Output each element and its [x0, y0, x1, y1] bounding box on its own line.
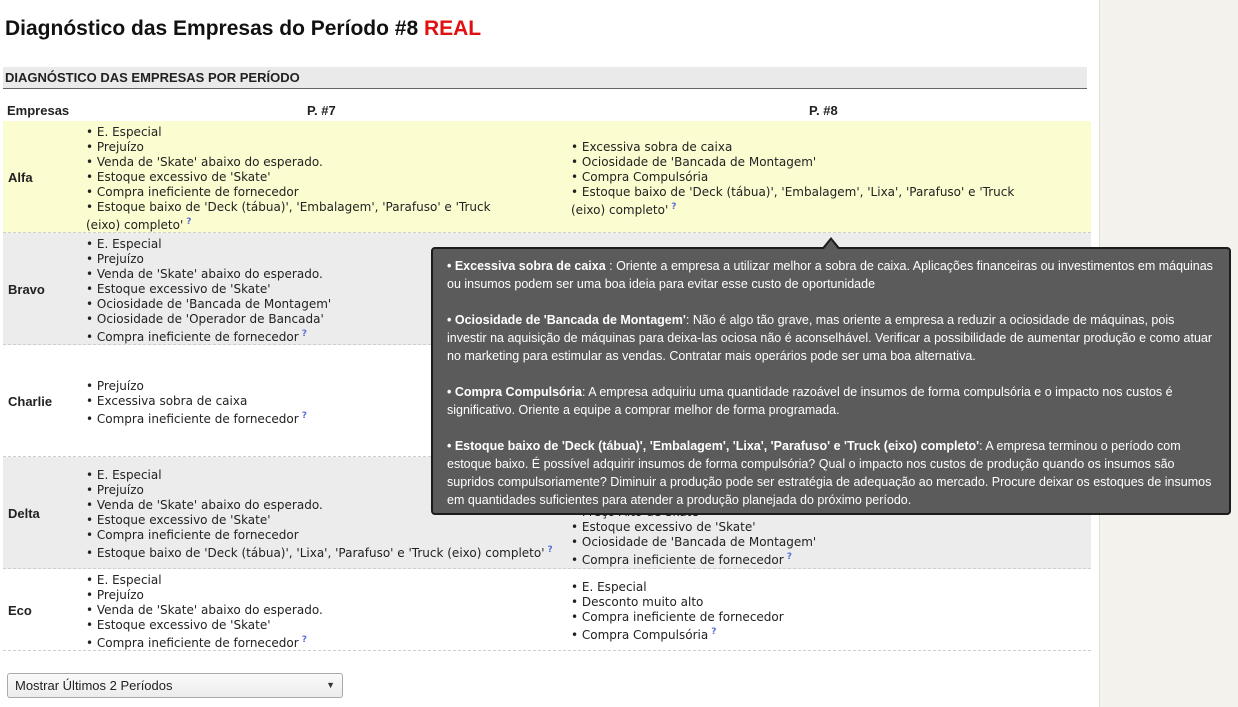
diagnosis-item: • Desconto muito alto: [571, 595, 704, 609]
tooltip-item: • Compra Compulsória: A empresa adquiriu…: [447, 383, 1215, 419]
company-name: Bravo: [8, 282, 45, 297]
tooltip-item-sep: :: [685, 313, 693, 327]
diagnosis-item-text: • Compra ineficiente de fornecedor: [86, 412, 299, 426]
diagnosis-item-text: • Compra ineficiente de fornecedor: [86, 636, 299, 650]
period-select-value: Mostrar Últimos 2 Períodos: [15, 678, 173, 693]
help-icon[interactable]: ?: [711, 627, 716, 637]
period-select[interactable]: Mostrar Últimos 2 Períodos ▼: [7, 673, 343, 698]
diagnosis-item: • Estoque baixo de 'Deck (tábua)', 'Lixa…: [86, 543, 556, 561]
diagnosis-item: • Excessiva sobra de caixa: [571, 140, 733, 154]
column-header-p8: P. #8: [809, 103, 838, 118]
diagnosis-item: • Compra ineficiente de fornecedor?: [86, 633, 526, 651]
help-icon[interactable]: ?: [302, 329, 307, 339]
diagnosis-p8: • E. Especial • Desconto muito alto • Co…: [571, 580, 1036, 643]
page-title-text: Diagnóstico das Empresas do Período #8: [5, 17, 419, 40]
diagnosis-item-text: • Compra ineficiente de fornecedor: [86, 330, 299, 344]
help-icon[interactable]: ?: [186, 217, 191, 227]
column-header-empresas: Empresas: [7, 103, 70, 118]
column-header-p7: P. #7: [307, 103, 336, 118]
diagnosis-p8: • Excessiva sobra de caixa • Ociosidade …: [571, 140, 1036, 218]
help-icon[interactable]: ?: [302, 411, 307, 421]
tooltip-item: • Ociosidade de 'Bancada de Montagem': N…: [447, 311, 1215, 365]
chevron-down-icon: ▼: [326, 680, 335, 690]
diagnosis-item: • Compra ineficiente de fornecedor: [86, 528, 299, 542]
tooltip-item-title: • Excessiva sobra de caixa: [447, 259, 606, 273]
diagnosis-item: • Compra ineficiente de fornecedor?: [571, 550, 1036, 568]
diagnosis-item: • E. Especial: [86, 125, 162, 139]
diagnosis-item: • Estoque excessivo de 'Skate': [86, 618, 271, 632]
company-name: Eco: [8, 603, 32, 618]
diagnosis-item: • Estoque excessivo de 'Skate': [571, 520, 756, 534]
diagnosis-item: • Compra Compulsória: [571, 170, 709, 184]
tooltip-item-sep: :: [605, 259, 617, 273]
diagnosis-p7: • E. Especial • Prejuízo • Venda de 'Ska…: [86, 125, 526, 233]
diagnosis-item: • Estoque baixo de 'Deck (tábua)', 'Emba…: [571, 185, 1036, 218]
tooltip-item: • Excessiva sobra de caixa : Oriente a e…: [447, 257, 1215, 293]
diagnosis-item: • E. Especial: [571, 580, 647, 594]
diagnosis-item: • Compra Compulsória?: [571, 625, 1036, 643]
company-name: Charlie: [8, 394, 53, 409]
table-row-eco: Eco • E. Especial • Prejuízo • Venda de …: [3, 569, 1091, 651]
diagnosis-item: • E. Especial: [86, 573, 162, 587]
tooltip-arrow-inner: [824, 240, 838, 249]
diagnosis-tooltip: • Excessiva sobra de caixa : Oriente a e…: [431, 247, 1231, 515]
diagnosis-item: • Prejuízo: [86, 588, 144, 602]
company-name: Alfa: [8, 170, 33, 185]
company-name: Delta: [8, 506, 40, 521]
diagnosis-item-text: • Estoque baixo de 'Deck (tábua)', 'Lixa…: [86, 546, 545, 560]
diagnosis-item: • Venda de 'Skate' abaixo do esperado.: [86, 603, 323, 617]
tooltip-item-title: • Estoque baixo de 'Deck (tábua)', 'Emba…: [447, 439, 980, 453]
help-icon[interactable]: ?: [302, 635, 307, 645]
diagnosis-item: • Ociosidade de 'Bancada de Montagem': [571, 535, 817, 549]
diagnosis-item: • Prejuízo: [86, 140, 144, 154]
diagnosis-item-text: • Compra ineficiente de fornecedor: [571, 553, 784, 567]
page-title: Diagnóstico das Empresas do Período #8 R…: [5, 17, 481, 41]
diagnosis-item: • Compra ineficiente de fornecedor: [86, 185, 299, 199]
table-row-alfa: Alfa • E. Especial • Prejuízo • Venda de…: [3, 121, 1091, 233]
help-icon[interactable]: ?: [671, 202, 676, 212]
real-flag: REAL: [423, 17, 482, 40]
diagnosis-item-text: • Estoque baixo de 'Deck (tábua)', 'Emba…: [86, 200, 491, 232]
section-header: DIAGNÓSTICO DAS EMPRESAS POR PERÍODO: [3, 67, 1087, 89]
diagnosis-item: • Compra ineficiente de fornecedor: [571, 610, 784, 624]
diagnosis-item-text: • Compra Compulsória: [571, 628, 709, 642]
diagnosis-item: • Estoque excessivo de 'Skate': [86, 513, 271, 527]
help-icon[interactable]: ?: [548, 545, 553, 555]
tooltip-item-title: • Ociosidade de 'Bancada de Montagem': [447, 313, 686, 327]
help-icon[interactable]: ?: [787, 552, 792, 562]
diagnosis-p7: • E. Especial • Prejuízo • Venda de 'Ska…: [86, 573, 526, 651]
diagnosis-item-text: • Estoque baixo de 'Deck (tábua)', 'Emba…: [571, 185, 1015, 217]
tooltip-item: • Estoque baixo de 'Deck (tábua)', 'Emba…: [447, 437, 1215, 509]
diagnosis-item: • Estoque baixo de 'Deck (tábua)', 'Emba…: [86, 200, 526, 233]
diagnosis-item: • Estoque excessivo de 'Skate': [86, 170, 271, 184]
tooltip-item-title: • Compra Compulsória: [447, 385, 582, 399]
diagnosis-item: • Ociosidade de 'Bancada de Montagem': [571, 155, 817, 169]
diagnosis-item: • Venda de 'Skate' abaixo do esperado.: [86, 155, 323, 169]
